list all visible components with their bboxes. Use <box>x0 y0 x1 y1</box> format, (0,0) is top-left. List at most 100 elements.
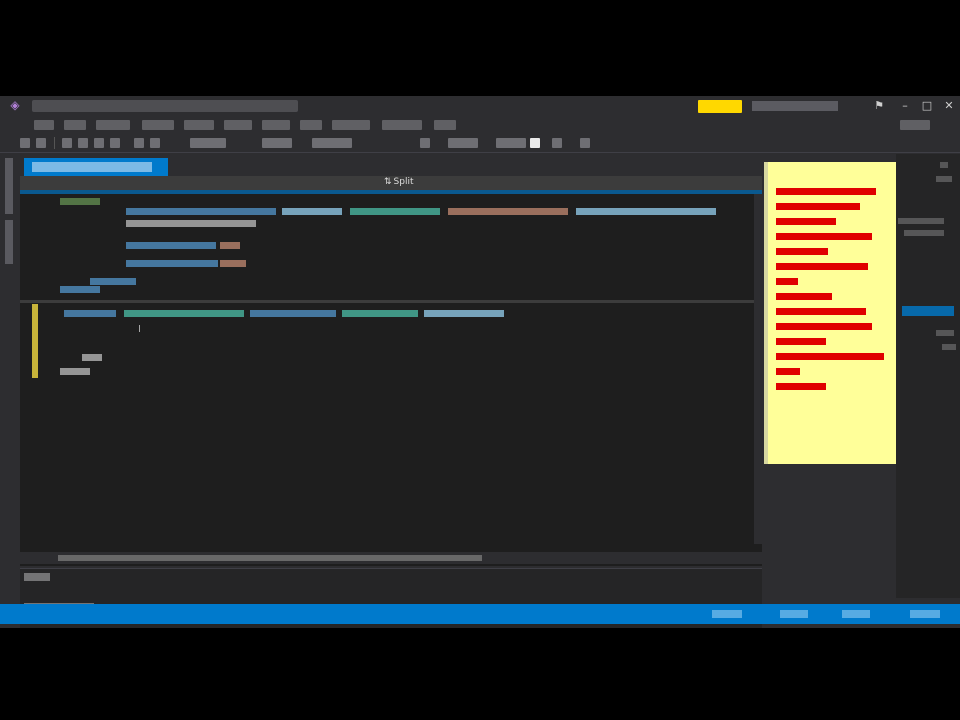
note-line <box>776 188 876 195</box>
solution-tree-item[interactable] <box>936 330 954 336</box>
code-line <box>448 208 568 215</box>
back-icon[interactable] <box>20 138 30 148</box>
save-all-icon[interactable] <box>110 138 120 148</box>
code-line <box>282 208 342 215</box>
code-line <box>124 310 244 317</box>
note-line <box>776 233 872 240</box>
split-view-label: Split <box>393 177 414 187</box>
menu-test[interactable] <box>332 120 370 130</box>
active-tab-label <box>32 162 152 172</box>
solution-explorer-panel <box>896 154 960 598</box>
menu-project[interactable] <box>142 120 174 130</box>
minimize-icon[interactable]: – <box>898 99 912 113</box>
menu-team[interactable] <box>262 120 290 130</box>
undo-icon[interactable] <box>134 138 144 148</box>
configuration-dropdown[interactable] <box>190 138 226 148</box>
code-line <box>424 310 504 317</box>
save-icon[interactable] <box>94 138 104 148</box>
left-tool-strip <box>0 154 18 598</box>
notification-badge[interactable] <box>698 100 742 113</box>
code-line <box>60 286 100 293</box>
code-line <box>90 278 136 285</box>
solution-tree-item[interactable] <box>904 230 944 236</box>
quick-launch[interactable] <box>900 120 930 130</box>
selected-tree-item[interactable] <box>902 306 954 316</box>
note-line <box>776 353 884 360</box>
code-line <box>250 310 336 317</box>
close-icon[interactable]: ✕ <box>942 99 956 113</box>
open-icon[interactable] <box>78 138 88 148</box>
designer-bar: ⇅ Split <box>20 176 762 190</box>
menu-window[interactable] <box>434 120 456 130</box>
code-line <box>60 368 90 375</box>
status-bar <box>0 604 960 624</box>
code-editor-pane[interactable]: I <box>20 304 762 544</box>
code-line <box>64 310 116 317</box>
menu-build[interactable] <box>184 120 214 130</box>
text-cursor-icon: I <box>138 324 141 335</box>
split-view-button[interactable]: ⇅ Split <box>382 177 414 187</box>
code-line <box>342 310 418 317</box>
insert-mode-indicator <box>910 610 940 618</box>
menu-file[interactable] <box>34 120 54 130</box>
note-line <box>776 218 836 225</box>
menu-view[interactable] <box>96 120 130 130</box>
server-explorer-tab[interactable] <box>5 158 13 214</box>
code-line <box>126 242 216 249</box>
new-project-icon[interactable] <box>62 138 72 148</box>
line-indicator <box>712 610 742 618</box>
platform-dropdown[interactable] <box>262 138 292 148</box>
panel-pin-icon[interactable] <box>940 162 948 168</box>
note-line <box>776 338 826 345</box>
indent-icon[interactable] <box>552 138 562 148</box>
menu-analyze[interactable] <box>382 120 422 130</box>
code-line <box>350 208 440 215</box>
solution-tree-item[interactable] <box>898 218 944 224</box>
title-bar: ◈ ⚑ – □ ✕ <box>0 96 960 116</box>
note-line <box>776 293 832 300</box>
panel-toolbar[interactable] <box>936 176 952 182</box>
visual-studio-logo-icon: ◈ <box>10 98 20 112</box>
tab-active-document[interactable] <box>24 158 168 176</box>
vertical-scrollbar[interactable] <box>754 194 762 544</box>
xaml-editor-pane[interactable] <box>20 194 762 303</box>
forward-icon[interactable] <box>36 138 46 148</box>
code-line <box>220 260 246 267</box>
breakpoint-icon[interactable] <box>420 138 430 148</box>
toolbox-tab[interactable] <box>5 220 13 264</box>
menu-debug[interactable] <box>224 120 252 130</box>
note-line <box>776 323 872 330</box>
toolbar-separator <box>54 137 55 149</box>
redo-icon[interactable] <box>150 138 160 148</box>
start-debugging-button[interactable] <box>312 138 352 148</box>
code-line <box>82 354 102 361</box>
code-line <box>126 208 276 215</box>
change-margin-indicator <box>32 304 38 378</box>
find-icon[interactable] <box>580 138 590 148</box>
char-indicator <box>842 610 870 618</box>
menu-edit[interactable] <box>64 120 86 130</box>
code-line <box>126 220 256 227</box>
note-line <box>776 278 798 285</box>
sign-in-link[interactable] <box>752 101 838 111</box>
step-controls[interactable] <box>448 138 478 148</box>
code-line <box>220 242 240 249</box>
horizontal-scrollbar[interactable] <box>20 552 762 564</box>
document-well: ⇅ Split I <box>20 154 762 566</box>
note-line <box>776 263 868 270</box>
note-line <box>776 203 860 210</box>
document-tabs <box>20 154 762 176</box>
scrollbar-thumb[interactable] <box>58 555 482 561</box>
maximize-icon[interactable]: □ <box>920 99 934 113</box>
menu-bar <box>0 116 960 134</box>
toolbar <box>0 134 960 153</box>
output-panel-title <box>24 573 50 581</box>
code-line <box>576 208 716 215</box>
note-line <box>776 383 826 390</box>
comment-controls[interactable] <box>496 138 526 148</box>
feedback-icon[interactable]: ⚑ <box>872 99 886 113</box>
menu-tools[interactable] <box>300 120 322 130</box>
column-indicator <box>780 610 808 618</box>
solution-tree-item[interactable] <box>942 344 956 350</box>
bookmark-icon[interactable] <box>530 138 540 148</box>
